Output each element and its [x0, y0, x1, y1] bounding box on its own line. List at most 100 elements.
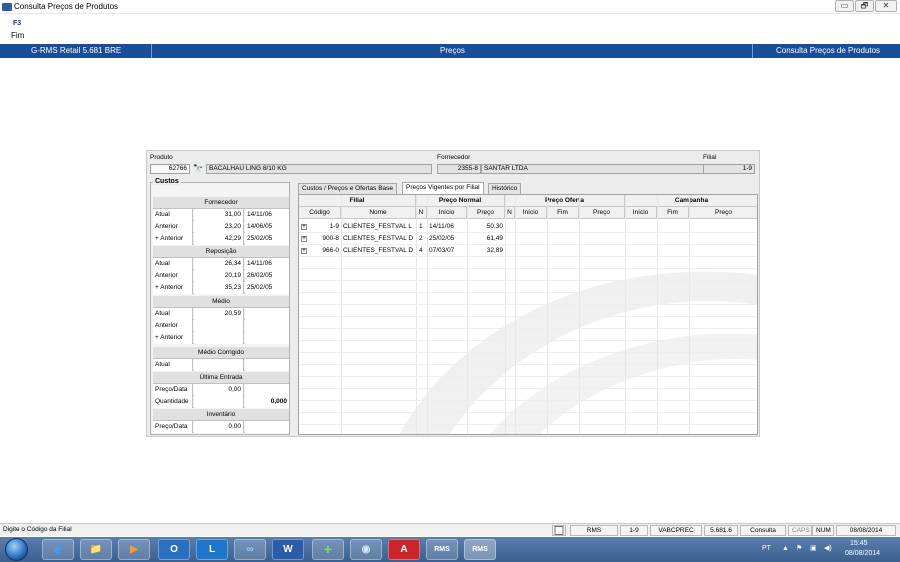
- start-button[interactable]: [5, 538, 28, 561]
- status-program: VABCPREC: [650, 525, 702, 536]
- status-caps: CAPS: [788, 525, 812, 536]
- col-campanha-preco[interactable]: Preço: [689, 207, 757, 219]
- cost-row: Atual 26,34 14/11/06: [153, 258, 289, 270]
- f3-key-label[interactable]: F3: [13, 20, 21, 27]
- binoculars-icon[interactable]: 🔭: [193, 164, 203, 173]
- produto-label: Produto: [150, 154, 173, 161]
- table-row[interactable]: + 900-8 CLIENTES_FESTVAL D 2 25/02/05 61…: [299, 233, 757, 245]
- costs-title: Custos: [153, 178, 181, 185]
- volume-icon[interactable]: ◀): [824, 544, 832, 552]
- col-nome[interactable]: Nome: [341, 207, 416, 219]
- col-codigo[interactable]: Código: [299, 207, 341, 219]
- green-cross-app-icon[interactable]: +: [312, 539, 344, 560]
- tab-historico[interactable]: Histórico: [488, 183, 522, 194]
- cost-row: + Anterior: [153, 332, 289, 344]
- cell-n: 2: [419, 235, 423, 242]
- cell-inicio: 07/03/07: [429, 247, 455, 254]
- col-n[interactable]: N: [416, 207, 427, 219]
- tab-precos-vigentes[interactable]: Preços Vigentes por Filial: [402, 182, 484, 194]
- col-inicio[interactable]: Início: [427, 207, 467, 219]
- expand-icon[interactable]: +: [301, 248, 307, 254]
- col-campanha-inicio[interactable]: Início: [625, 207, 657, 219]
- col-oferta-fim[interactable]: Fim: [547, 207, 579, 219]
- globe-app-icon[interactable]: ◉: [350, 539, 382, 560]
- language-indicator[interactable]: PT: [762, 545, 771, 552]
- col-oferta-preco[interactable]: Preço: [579, 207, 625, 219]
- status-filial: 1-9: [620, 525, 648, 536]
- cost-row: Preço/Data 0,00: [153, 421, 289, 433]
- col-preco[interactable]: Preço: [467, 207, 505, 219]
- fornecedor-name-field: SANTAR LTDA: [481, 164, 705, 174]
- cell-nome: CLIENTES_FESTVAL D: [343, 235, 414, 242]
- window-title: Consulta Preços de Produtos: [14, 2, 119, 11]
- group-campanha: Campanha: [625, 195, 757, 207]
- file-explorer-icon[interactable]: 📁: [80, 539, 112, 560]
- status-date: 08/08/2014: [836, 525, 896, 536]
- group-filial: Filial: [299, 195, 416, 207]
- expand-icon[interactable]: +: [301, 224, 307, 230]
- lync-icon[interactable]: L: [196, 539, 228, 560]
- cell-codigo: 900-8: [322, 235, 339, 242]
- prices-grid[interactable]: Filial Preço Normal Preço Oferta Campanh…: [298, 194, 758, 435]
- costs-section-header: Médio: [153, 296, 289, 308]
- header-screen: Consulta Preços de Produtos: [776, 46, 881, 55]
- status-mode: Consulta: [740, 525, 786, 536]
- col-oferta-n[interactable]: N: [505, 207, 515, 219]
- col-campanha-fim[interactable]: Fim: [657, 207, 689, 219]
- acrobat-icon[interactable]: A: [388, 539, 420, 560]
- maximize-button[interactable]: 🗗: [855, 0, 874, 12]
- rms-app-icon-active[interactable]: RMS: [464, 539, 496, 560]
- network-icon[interactable]: ▣: [810, 544, 817, 552]
- costs-section-header: Fornecedor: [153, 197, 289, 209]
- status-version: 5.681.6: [704, 525, 738, 536]
- media-player-icon[interactable]: ▶: [118, 539, 150, 560]
- table-row[interactable]: + 1-9 CLIENTES_FESTVAL L 1 14/11/06 50,3…: [299, 221, 757, 233]
- cell-n: 4: [419, 247, 423, 254]
- fim-button[interactable]: Fim: [11, 31, 24, 40]
- col-oferta-inicio[interactable]: Início: [515, 207, 547, 219]
- cell-codigo: 966-0: [322, 247, 339, 254]
- table-row[interactable]: + 966-0 CLIENTES_FESTVAL D 4 07/03/07 32…: [299, 245, 757, 257]
- expand-icon[interactable]: +: [301, 236, 307, 242]
- header-version: G-RMS Retail 5.681 BRE: [31, 46, 122, 55]
- fornecedor-label: Fornecedor: [437, 154, 471, 161]
- cost-row: Atual 20,59: [153, 308, 289, 320]
- cell-preco: 32,89: [486, 247, 503, 254]
- cell-nome: CLIENTES_FESTVAL D: [343, 247, 414, 254]
- price-query-panel: Produto 62766 🔭 BACALHAU LING 8/10 KG Fo…: [146, 150, 760, 437]
- produto-code-input[interactable]: 62766: [150, 164, 190, 174]
- infinity-app-icon[interactable]: ∞: [234, 539, 266, 560]
- cost-row: Anterior: [153, 320, 289, 332]
- status-system: RMS: [570, 525, 618, 536]
- group-preco-normal: Preço Normal: [416, 195, 505, 207]
- cost-row: Preço/Data 0,00: [153, 384, 289, 396]
- cost-row: Atual: [153, 359, 289, 371]
- tray-expand-icon[interactable]: ▲: [782, 545, 789, 552]
- cell-n: 1: [419, 223, 423, 230]
- cost-row: + Anterior 35,23 25/02/05: [153, 282, 289, 294]
- cost-row: Anterior 23,20 14/06/05: [153, 221, 289, 233]
- word-icon[interactable]: W: [272, 539, 304, 560]
- group-preco-oferta: Preço Oferta: [505, 195, 625, 207]
- produto-name-field: BACALHAU LING 8/10 KG: [206, 164, 432, 174]
- status-bar: Digite o Código da Filial RMS 1-9 VABCPR…: [0, 523, 900, 536]
- outlook-icon[interactable]: O: [158, 539, 190, 560]
- costs-section-header: Inventário: [153, 409, 289, 421]
- close-button[interactable]: ✕: [875, 0, 897, 12]
- cell-nome: CLIENTES_FESTVAL L: [343, 223, 412, 230]
- internet-explorer-icon[interactable]: e: [42, 539, 74, 560]
- clock-time[interactable]: 15:45: [850, 540, 868, 547]
- header-divider: [752, 44, 753, 58]
- cost-row: Quantidade 0,000: [153, 396, 289, 408]
- rms-app-icon[interactable]: RMS: [426, 539, 458, 560]
- costs-section-header: Reposição: [153, 246, 289, 258]
- flag-icon[interactable]: ⚑: [796, 544, 802, 552]
- minimize-button[interactable]: ▭: [835, 0, 854, 12]
- status-message: Digite o Código da Filial: [3, 526, 72, 533]
- cost-row: Atual 31,00 14/11/06: [153, 209, 289, 221]
- tab-custos-precos[interactable]: Custos / Preços e Ofertas Base: [298, 183, 398, 194]
- clock-date[interactable]: 08/08/2014: [845, 550, 880, 557]
- title-bar: Consulta Preços de Produtos ▭ 🗗 ✕: [0, 0, 900, 14]
- cell-inicio: 14/11/06: [429, 223, 454, 230]
- filial-input[interactable]: 1-9: [703, 164, 755, 174]
